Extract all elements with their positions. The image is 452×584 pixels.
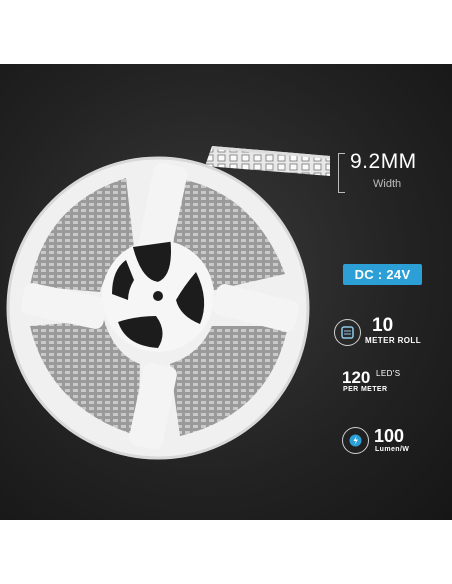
voltage-badge: DC : 24V [343, 264, 422, 285]
lumen-value: 100 [374, 426, 405, 446]
lumen-label: Lumen/W [375, 446, 410, 453]
led-strip-tail [205, 146, 330, 176]
film-roll-icon [334, 319, 361, 346]
width-value: 9.2MM [350, 150, 417, 173]
roll-length-label: METER ROLL [365, 336, 421, 345]
product-image-panel: 9.2MM Width DC : 24V 10 METER ROLL 120 L… [0, 64, 452, 520]
led-count-unit: LED'S [376, 369, 401, 378]
roll-length-value: 10 [372, 315, 394, 336]
led-count-label: PER METER [343, 386, 388, 393]
width-bracket [338, 153, 345, 193]
width-label: Width [373, 178, 402, 190]
led-count-value: 120 [342, 368, 371, 387]
light-bulb-icon [342, 427, 369, 454]
